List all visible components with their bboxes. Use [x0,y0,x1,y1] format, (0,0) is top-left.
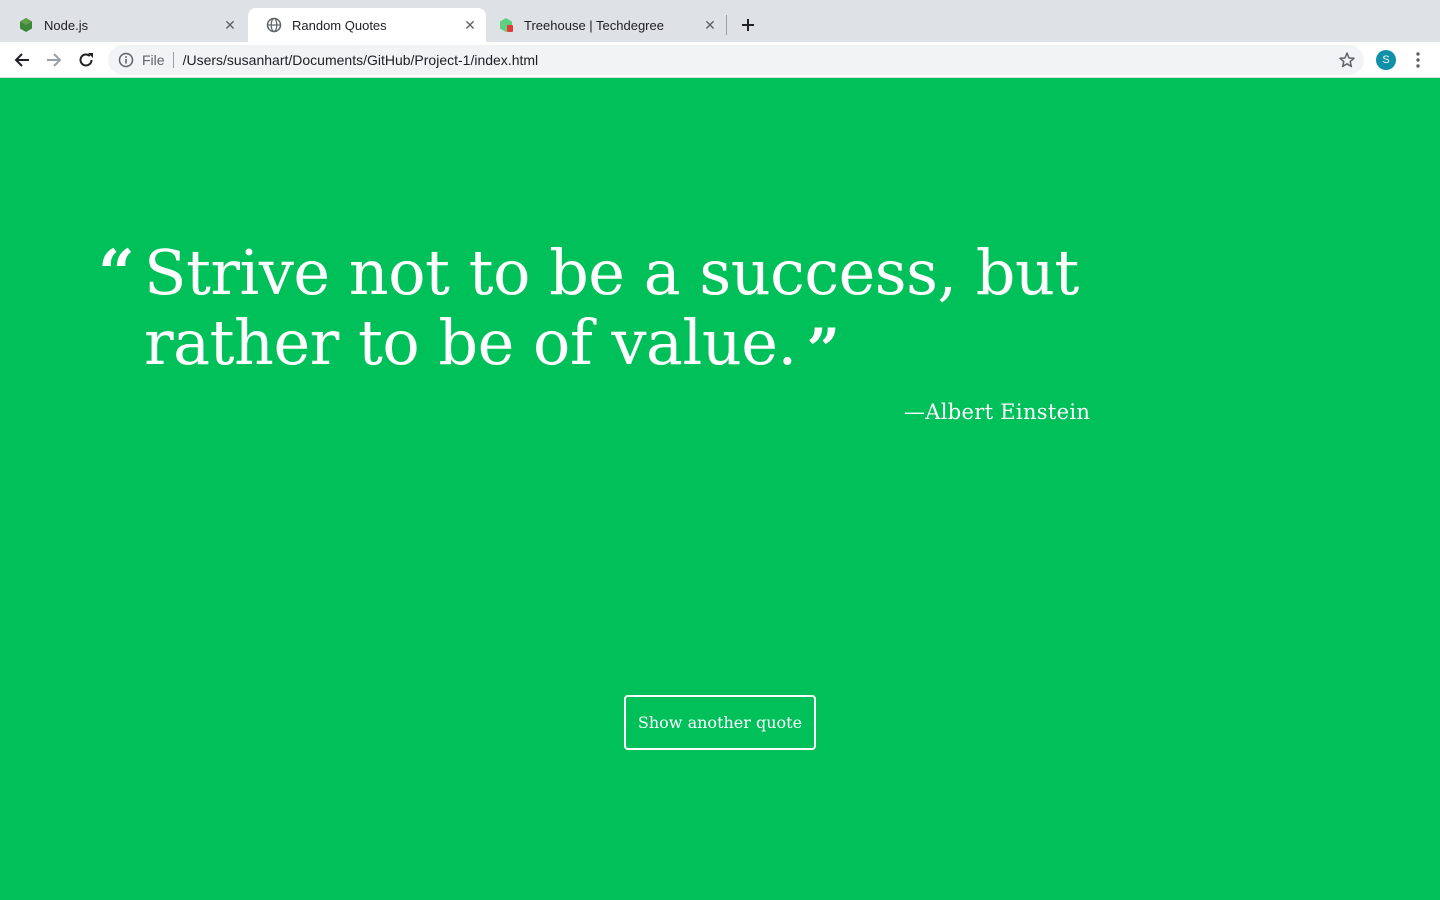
tab-treehouse[interactable]: Treehouse | Techdegree ✕ [488,8,726,42]
more-menu-icon[interactable] [1408,48,1428,72]
profile-avatar[interactable]: S [1376,50,1396,70]
tab-title: Node.js [44,17,89,33]
tab-strip: Node.js ✕ Random Quotes ✕ Treehouse | Te… [0,0,1440,42]
back-button[interactable] [10,48,34,72]
close-quote-mark: ” [806,316,840,384]
nodejs-icon [18,17,34,33]
reload-button[interactable] [74,48,98,72]
reload-icon [79,53,93,67]
tab-random-quotes[interactable]: Random Quotes ✕ [248,8,486,42]
globe-icon [266,17,282,33]
scheme-label: File [142,52,165,68]
arrow-left-icon [14,53,29,67]
show-another-quote-button[interactable]: Show another quote [624,695,816,750]
arrow-right-icon [47,53,62,67]
close-icon[interactable]: ✕ [702,17,718,33]
tab-nodejs[interactable]: Node.js ✕ [0,8,246,42]
quote-paragraph: Strive not to be a success, but rather t… [144,236,1284,380]
close-icon[interactable]: ✕ [462,17,478,33]
forward-button[interactable] [42,48,66,72]
star-icon[interactable] [1338,51,1356,69]
quote-source: —Albert Einstein [904,400,1091,424]
tab-title: Treehouse | Techdegree [524,17,664,33]
treehouse-icon [498,17,514,33]
browser-toolbar: File /Users/susanhart/Documents/GitHub/P… [0,42,1440,78]
page-content: “ Strive not to be a success, but rather… [0,78,1440,900]
quote-box: “ Strive not to be a success, but rather… [98,236,1284,380]
info-icon[interactable] [118,52,134,68]
new-tab-button[interactable] [736,13,760,37]
open-quote-mark: “ [98,236,135,311]
tab-separator [726,15,727,35]
address-bar[interactable]: File /Users/susanhart/Documents/GitHub/P… [108,45,1364,75]
plus-icon [742,19,754,31]
url-text[interactable]: /Users/susanhart/Documents/GitHub/Projec… [183,52,539,68]
close-icon[interactable]: ✕ [222,17,238,33]
omnibox-divider [172,52,174,68]
quote-text: Strive not to be a success, but rather t… [144,236,1079,379]
tab-title: Random Quotes [292,17,387,33]
